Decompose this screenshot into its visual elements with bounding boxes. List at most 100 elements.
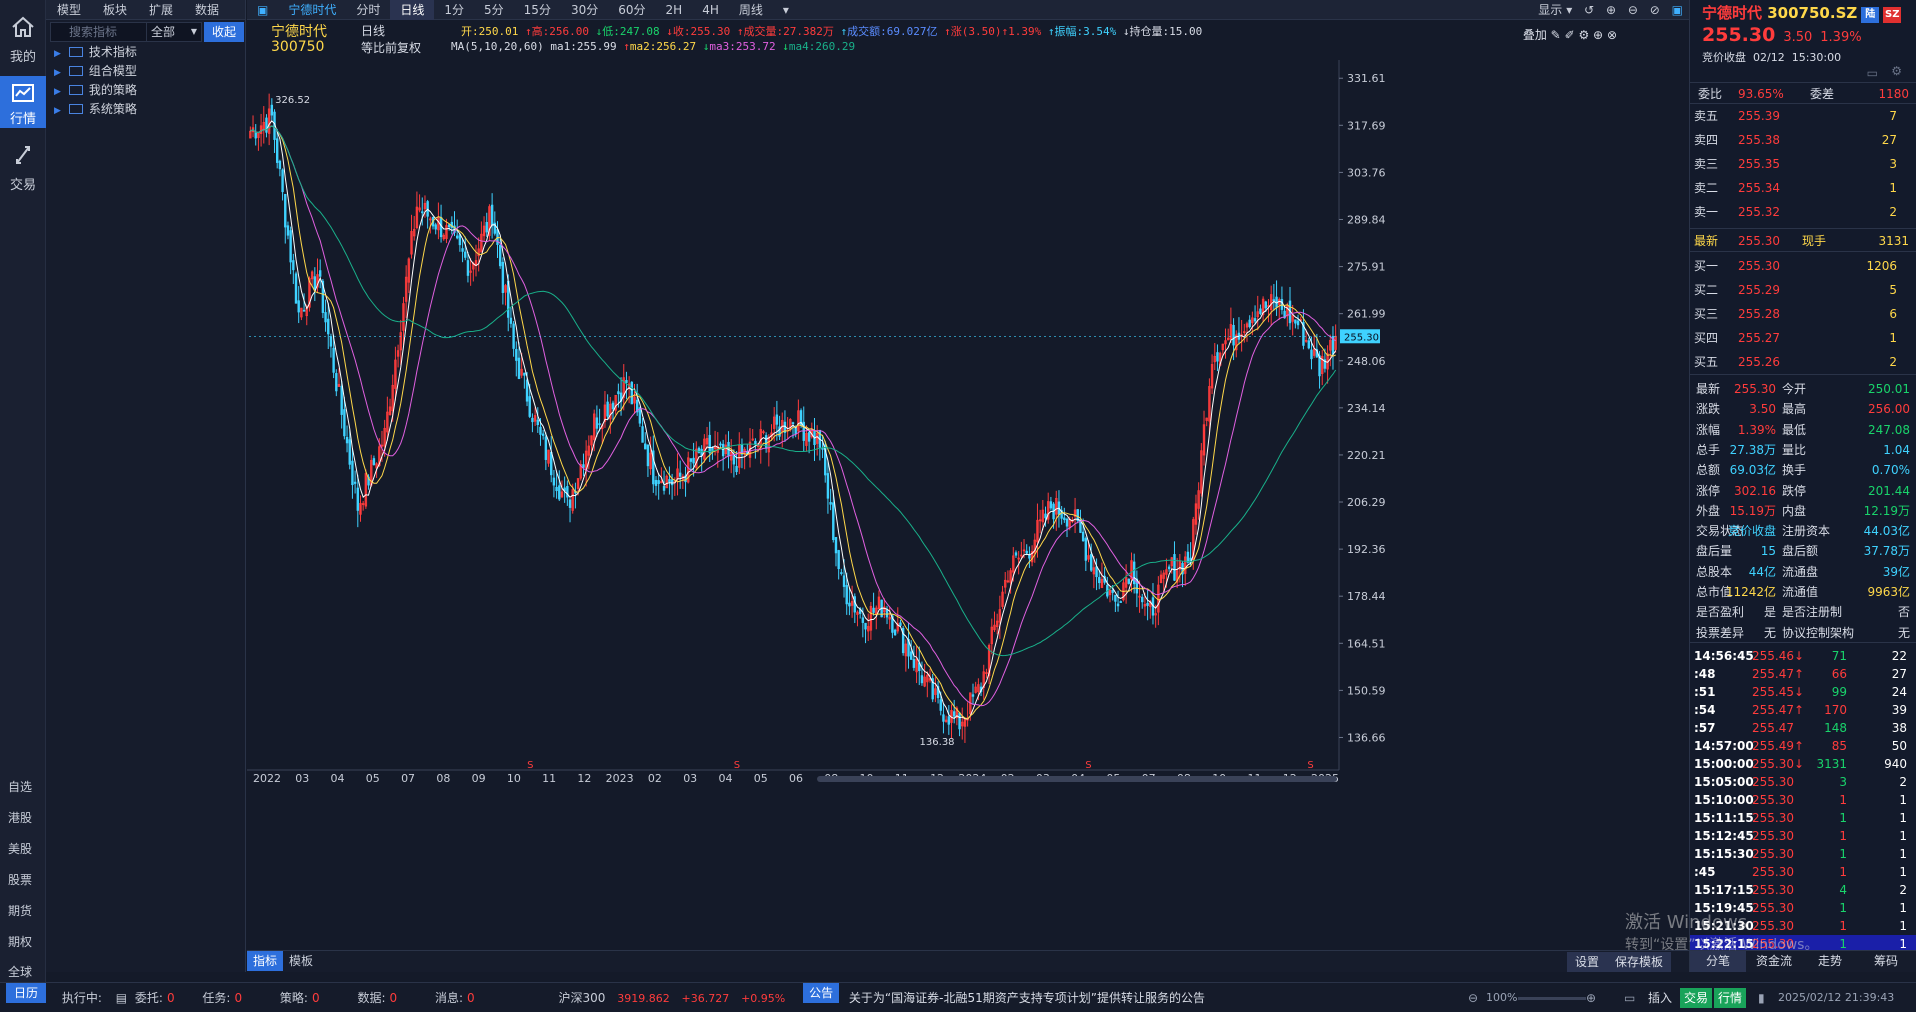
data-label[interactable]: 数据: [357, 983, 385, 1012]
tree-item-tech-indicators[interactable]: ▶ 技术指标 [46, 43, 245, 62]
tab-fund-flow[interactable]: 资金流 [1746, 951, 1802, 972]
nav-item-quotes[interactable]: 行情 [0, 76, 46, 128]
zoom-slider[interactable] [1518, 997, 1586, 1000]
tick-count: 24 [1891, 685, 1907, 699]
sidebar-toggle-icon[interactable]: ▣ [1672, 0, 1683, 20]
reset-icon[interactable]: ⊘ [1650, 0, 1660, 20]
tab-indicator[interactable]: 指标 [247, 951, 284, 971]
stock-tab[interactable]: 宁德时代 [278, 0, 346, 20]
nav-futures[interactable]: 期货 [0, 896, 46, 926]
nav-us[interactable]: 美股 [0, 834, 46, 864]
entrust-label[interactable]: 委托: [135, 983, 163, 1012]
period-intraday[interactable]: 分时 [346, 0, 390, 20]
settings-button[interactable]: 设置 [1566, 952, 1607, 972]
tick-count: 1 [1899, 919, 1907, 933]
bid-row[interactable]: 买五 255.26 2 [1690, 350, 1916, 374]
indicator-search-input[interactable]: 搜索指标 [50, 22, 148, 42]
index-name[interactable]: 沪深300 [558, 983, 605, 1012]
nav-hk[interactable]: 港股 [0, 803, 46, 833]
period-1m[interactable]: 1分 [434, 0, 474, 20]
layout-icon[interactable]: ▣ [247, 0, 278, 20]
period-more-dropdown[interactable]: ▾ [773, 0, 799, 20]
add-icon[interactable]: ⊕ [1593, 28, 1603, 42]
tab-ticks[interactable]: 分笔 [1690, 951, 1746, 972]
zoom-in-icon[interactable]: ⊕ [1586, 983, 1596, 1012]
tree-item-my-strategy[interactable]: ▶ 我的策略 [46, 81, 245, 100]
candle-body [807, 432, 811, 442]
y-tick-label: 164.51 [1347, 637, 1386, 650]
close-icon[interactable]: ⊗ [1607, 28, 1617, 42]
stat-item: 是否注册制 否 [1782, 602, 1910, 622]
nav-watchlist[interactable]: 自选 [0, 772, 46, 802]
ask-row[interactable]: 卖四 255.38 27 [1690, 128, 1916, 152]
adjust-mode[interactable]: 等比前复权 [361, 39, 421, 56]
candle-body [351, 460, 354, 486]
nav-item-mine[interactable]: 我的 [0, 0, 46, 76]
quote-button[interactable]: 行情 [1714, 988, 1747, 1008]
pen-icon[interactable]: ✐ [1565, 28, 1575, 42]
category-select[interactable]: 全部 ▼ [146, 22, 202, 42]
period-weekly[interactable]: 周线 [729, 0, 773, 20]
tab-model[interactable]: 模型 [46, 0, 92, 20]
message-label[interactable]: 消息: [435, 983, 463, 1012]
strategy-label[interactable]: 策略: [280, 983, 308, 1012]
ask-row[interactable]: 卖三 255.35 3 [1690, 152, 1916, 176]
ask-row[interactable]: 卖二 255.34 1 [1690, 176, 1916, 200]
settings-icon[interactable]: ⚙ [1578, 28, 1589, 42]
notice-tag[interactable]: 公告 [803, 983, 840, 1003]
zoom-out-icon[interactable]: ⊖ [1468, 983, 1478, 1012]
period-30m[interactable]: 30分 [561, 0, 608, 20]
candle-body [848, 602, 851, 607]
folder-icon[interactable]: ▭ [1624, 983, 1635, 1012]
tree-item-system-strategy[interactable]: ▶ 系统策略 [46, 100, 245, 119]
collapse-quote-icon[interactable]: ▭ [1867, 66, 1878, 80]
task-label[interactable]: 任务: [202, 983, 230, 1012]
display-dropdown[interactable]: 显示 [1538, 0, 1562, 20]
trade-button[interactable]: 交易 [1680, 988, 1713, 1008]
tick-price: 255.30 [1752, 919, 1794, 933]
tab-template[interactable]: 模板 [283, 951, 319, 971]
stat-label: 流通盘 [1782, 564, 1819, 579]
tick-list[interactable]: 14:56:45 255.46↓ 71 22:48 255.47↑ 66 27:51 255.… [1690, 642, 1916, 953]
tab-data[interactable]: 数据 [184, 0, 230, 20]
tree-item-combo-model[interactable]: ▶ 组合模型 [46, 62, 245, 81]
kline-chart[interactable]: 331.61 317.69 303.76 289.84 275.91 261.99 248.… [247, 60, 1689, 950]
ask-label: 卖四 [1694, 133, 1719, 147]
overlay-button[interactable]: 叠加 ✎ ✐ ⚙ ⊕ ⊗ [1523, 26, 1617, 43]
candle-body [313, 276, 317, 290]
s-marker: S [734, 760, 740, 771]
tab-sector[interactable]: 板块 [92, 0, 138, 20]
insert-button[interactable]: 插入 [1648, 983, 1672, 1012]
settings-icon[interactable]: ⚙ [1891, 64, 1902, 78]
refresh-icon[interactable]: ↺ [1584, 0, 1594, 20]
bid-row[interactable]: 买四 255.27 1 [1690, 326, 1916, 350]
ma4-label: ma4: [788, 40, 816, 53]
nav-stocks[interactable]: 股票 [0, 865, 46, 895]
chevron-down-icon[interactable]: ▾ [1566, 0, 1572, 20]
bid-row[interactable]: 买一 255.30 1206 [1690, 254, 1916, 278]
period-4h[interactable]: 4H [692, 0, 729, 20]
zoom-in-icon[interactable]: ⊕ [1606, 0, 1616, 20]
period-daily[interactable]: 日线 [390, 0, 435, 20]
ask-volume: 1 [1889, 181, 1897, 195]
notice-text[interactable]: 关于为“国海证券-北融51期资产支持专项计划”提供转让服务的公告 [849, 983, 1205, 1012]
period-60m[interactable]: 60分 [608, 0, 655, 20]
period-2h[interactable]: 2H [656, 0, 693, 20]
zoom-out-icon[interactable]: ⊖ [1628, 0, 1638, 20]
period-5m[interactable]: 5分 [474, 0, 514, 20]
collapse-button[interactable]: 收起 [204, 22, 244, 42]
calendar-button[interactable]: 日历 [6, 983, 47, 1003]
tick-volume: 1 [1839, 901, 1847, 915]
save-template-button[interactable]: 保存模板 [1606, 952, 1671, 972]
period-15m[interactable]: 15分 [514, 0, 561, 20]
ask-row[interactable]: 卖一 255.32 2 [1690, 200, 1916, 224]
tab-trend[interactable]: 走势 [1802, 951, 1858, 972]
nav-item-trade[interactable]: 交易 [0, 128, 46, 204]
edit-icon[interactable]: ✎ [1551, 28, 1561, 42]
bid-row[interactable]: 买三 255.28 6 [1690, 302, 1916, 326]
bid-row[interactable]: 买二 255.29 5 [1690, 278, 1916, 302]
tab-extend[interactable]: 扩展 [138, 0, 184, 20]
ask-row[interactable]: 卖五 255.39 7 [1690, 104, 1916, 128]
tab-chips[interactable]: 筹码 [1858, 951, 1914, 972]
nav-options[interactable]: 期权 [0, 927, 46, 957]
